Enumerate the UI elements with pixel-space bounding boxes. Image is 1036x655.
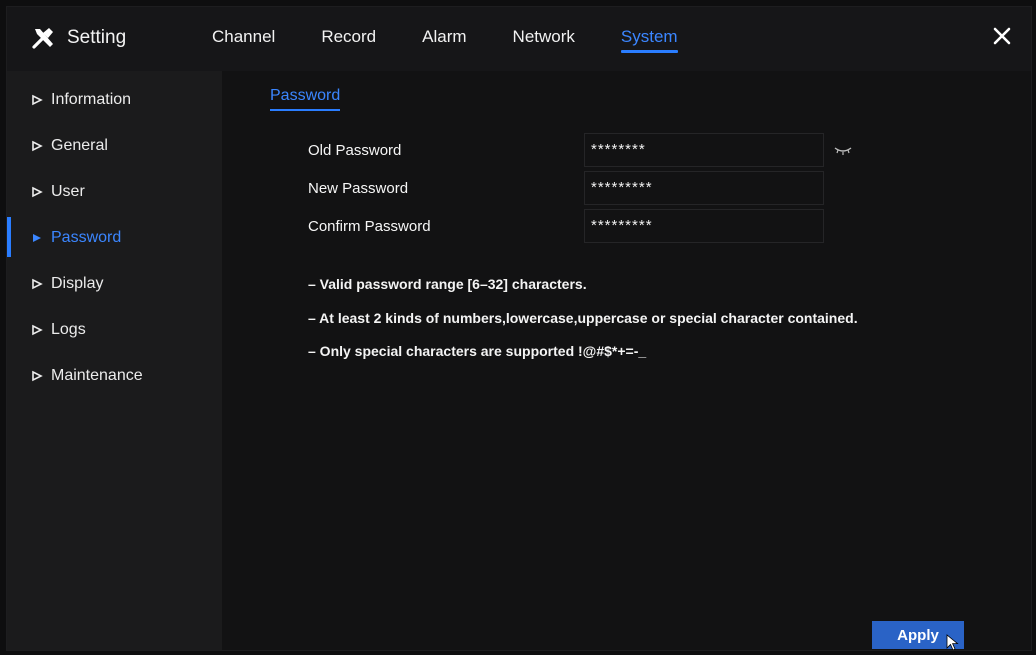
password-rule-kinds: – At least 2 kinds of numbers,lowercase,… (308, 310, 858, 326)
password-rule-length: – Valid password range [6–32] characters… (308, 276, 587, 292)
triangle-right-outline-icon (32, 140, 43, 152)
active-indicator (7, 217, 11, 257)
sidebar-item-label: Display (51, 275, 104, 292)
section-title-password[interactable]: Password (270, 87, 341, 111)
sidebar-item-label: Logs (51, 321, 86, 338)
triangle-right-outline-icon (32, 186, 43, 198)
sidebar-item-label: General (51, 137, 108, 154)
password-rule-special: – Only special characters are supported … (308, 343, 647, 359)
mouse-pointer-icon (946, 634, 959, 650)
new-password-label: New Password (308, 180, 409, 197)
tab-network[interactable]: Network (513, 27, 575, 53)
old-password-field[interactable]: ******** (584, 133, 824, 167)
sidebar-item-user[interactable]: User (7, 169, 222, 215)
sidebar-item-label: Information (51, 91, 132, 108)
tools-icon (32, 28, 53, 49)
settings-title: Setting (67, 27, 127, 48)
triangle-right-outline-icon (32, 94, 43, 106)
top-bar: Setting Channel Record Alarm Network Sys… (7, 7, 1031, 71)
sidebar-item-label: User (51, 183, 85, 200)
new-password-field[interactable]: ********* (584, 171, 824, 205)
tab-channel[interactable]: Channel (212, 27, 275, 53)
sidebar-item-logs[interactable]: Logs (7, 307, 222, 353)
top-tabs: Channel Record Alarm Network System (212, 27, 724, 53)
brand: Setting (31, 25, 126, 51)
triangle-right-outline-icon (32, 278, 43, 290)
sidebar-item-label: Password (51, 229, 122, 246)
close-icon[interactable] (989, 23, 1015, 49)
triangle-right-outline-icon (32, 324, 43, 336)
tab-system[interactable]: System (620, 27, 678, 53)
eye-closed-icon[interactable] (834, 146, 852, 156)
confirm-password-field[interactable]: ********* (584, 209, 824, 243)
sidebar-item-general[interactable]: General (7, 123, 222, 169)
sidebar-item-display[interactable]: Display (7, 261, 222, 307)
sidebar-item-label: Maintenance (51, 367, 143, 384)
triangle-right-filled-icon (33, 234, 41, 242)
tab-alarm[interactable]: Alarm (422, 27, 466, 53)
old-password-label: Old Password (308, 142, 402, 159)
sidebar-item-information[interactable]: Information (7, 77, 222, 123)
triangle-right-outline-icon (32, 370, 43, 382)
sidebar-item-maintenance[interactable]: Maintenance (7, 353, 222, 399)
confirm-password-label: Confirm Password (308, 218, 431, 235)
sidebar: Information General User Password Displa… (7, 71, 222, 650)
tab-record[interactable]: Record (321, 27, 376, 53)
main-panel: Password Old Password ******** New Passw… (222, 71, 1031, 650)
settings-screen: Setting Channel Record Alarm Network Sys… (6, 6, 1032, 651)
sidebar-item-password[interactable]: Password (7, 215, 222, 261)
